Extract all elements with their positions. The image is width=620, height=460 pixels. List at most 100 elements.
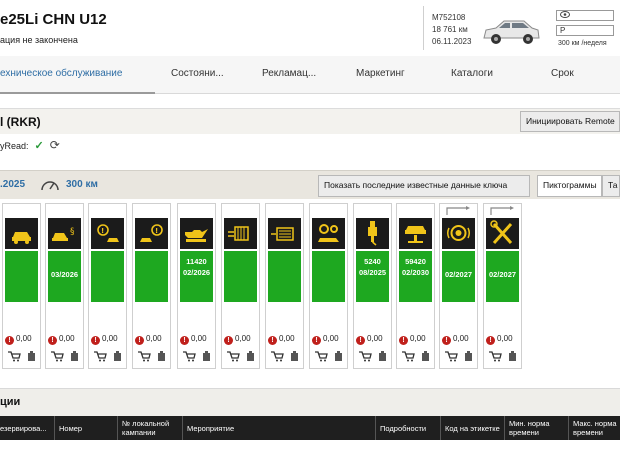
- init-remote-button[interactable]: Инициировать Remote: [520, 111, 620, 132]
- service-card[interactable]: ! ! 0,00: [88, 203, 127, 369]
- cart-icon[interactable]: [358, 350, 390, 362]
- col-min-time[interactable]: Мин. норма времени: [504, 416, 568, 440]
- parking-box[interactable]: P: [556, 25, 614, 36]
- cart-icon[interactable]: [401, 350, 433, 362]
- cost-label: ! 0,00: [442, 334, 469, 345]
- cart-icon[interactable]: [226, 350, 258, 362]
- service-card[interactable]: ! 0,00: [265, 203, 304, 369]
- warning-icon: !: [442, 336, 451, 345]
- warning-icon: !: [180, 336, 189, 345]
- col-details[interactable]: Подробности: [375, 416, 440, 440]
- warning-icon: !: [48, 336, 57, 345]
- oil-can-icon: [180, 218, 213, 249]
- microfilter-icon: [224, 218, 257, 249]
- warning-icon: !: [268, 336, 277, 345]
- air-filter-icon: [268, 218, 301, 249]
- campaigns-header: ции: [0, 388, 620, 416]
- warning-icon: !: [486, 336, 495, 345]
- refresh-icon[interactable]: ⟳: [50, 138, 60, 152]
- section-header: l (RKR) Инициировать Remote: [0, 108, 620, 134]
- tab-deadline[interactable]: Срок: [551, 68, 574, 79]
- service-card[interactable]: 11420 02/2026 ! 0,00: [177, 203, 216, 369]
- warning-icon: !: [356, 336, 365, 345]
- cost-value: 0,00: [16, 334, 32, 343]
- cost-value: 0,00: [367, 334, 383, 343]
- campaigns-title: ции: [0, 396, 21, 408]
- service-card[interactable]: 5240 08/2025 ! 0,00: [353, 203, 392, 369]
- status-indicator: [91, 251, 124, 302]
- status-indicator: 5240 08/2025: [356, 251, 389, 302]
- cost-label: ! 0,00: [91, 334, 118, 345]
- cart-icon[interactable]: [314, 350, 346, 362]
- cart-icon[interactable]: [182, 350, 214, 362]
- main-nav: ехническое обслуживание Состояни... Рекл…: [0, 56, 620, 94]
- col-number[interactable]: Номер: [54, 416, 117, 440]
- eye-icon: [560, 11, 570, 18]
- service-card[interactable]: 59420 02/2030 ! 0,00: [396, 203, 435, 369]
- col-reserved[interactable]: езервирова...: [0, 416, 54, 440]
- cost-label: ! 0,00: [135, 334, 162, 345]
- read-status-row: yRead: ✓ ⟳: [0, 138, 60, 152]
- tab-maintenance[interactable]: ехническое обслуживание: [0, 68, 122, 79]
- mileage-rate: 300 км /неделя: [558, 40, 607, 47]
- due-mileage: 59420: [405, 257, 426, 266]
- service-card[interactable]: ! 0,00: [309, 203, 348, 369]
- cart-icon[interactable]: [93, 350, 125, 362]
- tab-marketing[interactable]: Маркетинг: [356, 68, 405, 79]
- status-indicator: [224, 251, 257, 302]
- cart-icon[interactable]: [444, 350, 476, 362]
- service-card[interactable]: ! ! 0,00: [132, 203, 171, 369]
- tab-pictograms[interactable]: Пиктограммы: [537, 175, 602, 197]
- cart-icon[interactable]: [50, 350, 82, 362]
- header-divider: [423, 6, 424, 50]
- car-lift-icon: [5, 218, 38, 249]
- cost-value: 0,00: [59, 334, 75, 343]
- cost-label: ! 0,00: [268, 334, 295, 345]
- tab-table[interactable]: Та: [602, 175, 620, 197]
- svg-text:!: !: [155, 227, 158, 235]
- vehicle-check-icon: [399, 218, 432, 249]
- tab-catalogs[interactable]: Каталоги: [451, 68, 493, 79]
- brake-rear-icon: !: [135, 218, 168, 249]
- service-card[interactable]: ! 0,00: [221, 203, 260, 369]
- date-bar: .2025 300 км Показать последние известны…: [0, 170, 620, 199]
- status-indicator: [312, 251, 345, 302]
- cost-label: ! 0,00: [180, 334, 207, 345]
- warning-icon: !: [224, 336, 233, 345]
- check-icon: ✓: [34, 140, 44, 152]
- brake-front-icon: !: [91, 218, 124, 249]
- header: e25Li CHN U12 ация не закончена M752108 …: [0, 0, 620, 56]
- status-indicator: [135, 251, 168, 302]
- service-km: 300 км: [66, 179, 98, 190]
- cost-label: ! 0,00: [486, 334, 513, 345]
- col-local-campaign[interactable]: № локальной кампании: [117, 416, 182, 440]
- tab-claims[interactable]: Рекламац...: [262, 68, 316, 79]
- service-card[interactable]: ! 0,00: [2, 203, 41, 369]
- cost-value: 0,00: [497, 334, 513, 343]
- status-indicator: 03/2026: [48, 251, 81, 302]
- svg-text:§: §: [70, 227, 75, 237]
- section-title: l (RKR): [0, 115, 41, 129]
- cart-icon[interactable]: [137, 350, 169, 362]
- table-body: [0, 440, 620, 460]
- warning-icon: !: [135, 336, 144, 345]
- tab-status[interactable]: Состояни...: [171, 68, 224, 79]
- svg-text:!: !: [101, 227, 104, 235]
- due-date: 08/2025: [358, 268, 387, 277]
- cart-icon[interactable]: [270, 350, 302, 362]
- col-label-code[interactable]: Код на этикетке: [440, 416, 504, 440]
- col-max-time[interactable]: Макс. норма времени: [568, 416, 620, 440]
- service-card[interactable]: 02/2027 ! 0,00: [483, 203, 522, 369]
- vehicle-info: M752108 18 761 км 06.11.2023: [432, 12, 471, 48]
- status-indicator: 59420 02/2030: [399, 251, 432, 302]
- col-measure[interactable]: Мероприятие: [182, 416, 375, 440]
- cart-icon[interactable]: [7, 350, 39, 362]
- wrench-screwdriver-icon: [486, 218, 519, 249]
- engine-gears-icon: [312, 218, 345, 249]
- service-card[interactable]: § 03/2026 ! 0,00: [45, 203, 84, 369]
- show-key-data-button[interactable]: Показать последние известные данные ключ…: [318, 175, 530, 197]
- view-toggle-box[interactable]: [556, 10, 614, 21]
- due-date: 02/2026: [182, 268, 211, 277]
- cart-icon[interactable]: [488, 350, 520, 362]
- service-card[interactable]: 02/2027 ! 0,00: [439, 203, 478, 369]
